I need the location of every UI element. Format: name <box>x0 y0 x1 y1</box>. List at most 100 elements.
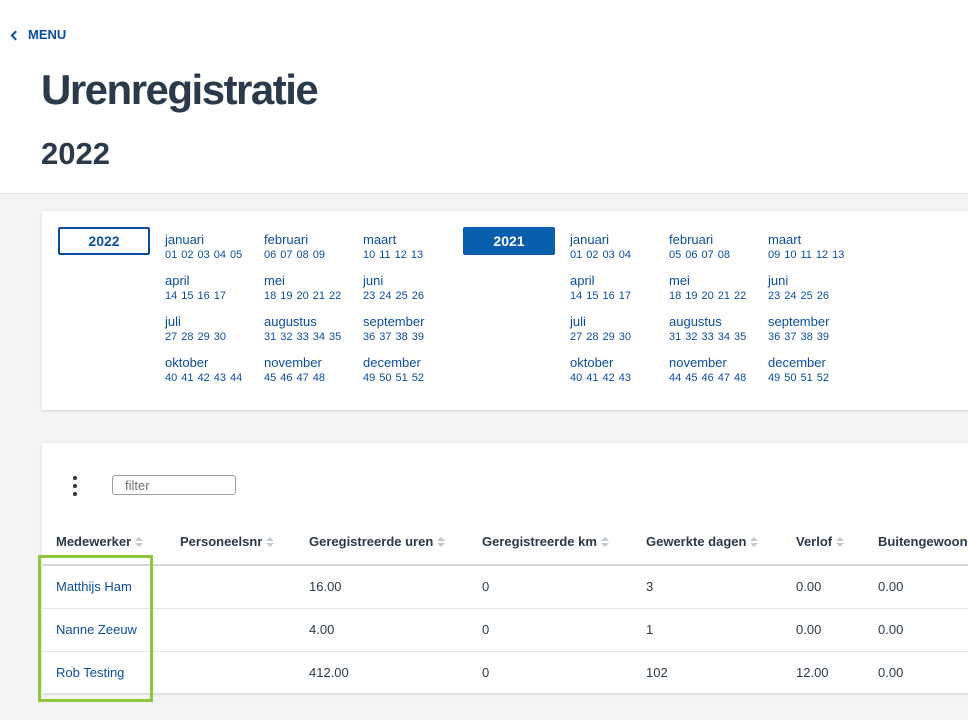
employee-link[interactable]: Matthijs Ham <box>56 579 132 594</box>
month-link-januari[interactable]: januari <box>570 232 670 247</box>
month-link-juli[interactable]: juli <box>570 314 670 329</box>
column-header-verlof[interactable]: Verlof <box>796 534 845 549</box>
week-link[interactable]: 32 <box>280 331 292 343</box>
week-link[interactable]: 44 <box>669 372 681 384</box>
week-link[interactable]: 42 <box>198 372 210 384</box>
week-link[interactable]: 20 <box>297 290 309 302</box>
week-link[interactable]: 51 <box>396 372 408 384</box>
week-link[interactable]: 04 <box>214 249 226 261</box>
week-link[interactable]: 18 <box>264 290 276 302</box>
week-link[interactable]: 36 <box>363 331 375 343</box>
sort-icon[interactable] <box>437 536 446 547</box>
column-header-geregistreerde-uren[interactable]: Geregistreerde uren <box>309 534 446 549</box>
week-link[interactable]: 41 <box>181 372 193 384</box>
week-link[interactable]: 43 <box>619 372 631 384</box>
week-link[interactable]: 31 <box>264 331 276 343</box>
week-link[interactable]: 07 <box>702 249 714 261</box>
week-link[interactable]: 40 <box>570 372 582 384</box>
week-link[interactable]: 17 <box>619 290 631 302</box>
week-link[interactable]: 20 <box>702 290 714 302</box>
week-link[interactable]: 47 <box>718 372 730 384</box>
week-link[interactable]: 51 <box>801 372 813 384</box>
month-link-maart[interactable]: maart <box>768 232 868 247</box>
week-link[interactable]: 12 <box>395 249 407 261</box>
week-link[interactable]: 52 <box>412 372 424 384</box>
month-link-oktober[interactable]: oktober <box>570 355 670 370</box>
week-link[interactable]: 34 <box>313 331 325 343</box>
month-link-december[interactable]: december <box>363 355 463 370</box>
week-link[interactable]: 02 <box>181 249 193 261</box>
menu-back-link[interactable]: MENU <box>10 27 66 42</box>
month-link-november[interactable]: november <box>264 355 364 370</box>
week-link[interactable]: 19 <box>280 290 292 302</box>
employee-link[interactable]: Nanne Zeeuw <box>56 622 137 637</box>
week-link[interactable]: 27 <box>165 331 177 343</box>
column-header-medewerker[interactable]: Medewerker <box>56 534 144 549</box>
sort-icon[interactable] <box>836 536 845 547</box>
week-link[interactable]: 30 <box>214 331 226 343</box>
month-link-februari[interactable]: februari <box>669 232 769 247</box>
month-link-januari[interactable]: januari <box>165 232 265 247</box>
week-link[interactable]: 14 <box>570 290 582 302</box>
week-link[interactable]: 10 <box>784 249 796 261</box>
week-link[interactable]: 05 <box>230 249 242 261</box>
week-link[interactable]: 01 <box>570 249 582 261</box>
week-link[interactable]: 26 <box>817 290 829 302</box>
week-link[interactable]: 03 <box>603 249 615 261</box>
sort-icon[interactable] <box>750 536 759 547</box>
week-link[interactable]: 28 <box>586 331 598 343</box>
week-link[interactable]: 41 <box>586 372 598 384</box>
sort-icon[interactable] <box>135 536 144 547</box>
column-header-personeelsnr[interactable]: Personeelsnr <box>180 534 275 549</box>
week-link[interactable]: 23 <box>363 290 375 302</box>
week-link[interactable]: 38 <box>801 331 813 343</box>
week-link[interactable]: 39 <box>817 331 829 343</box>
week-link[interactable]: 37 <box>784 331 796 343</box>
month-link-maart[interactable]: maart <box>363 232 463 247</box>
week-link[interactable]: 45 <box>264 372 276 384</box>
week-link[interactable]: 34 <box>718 331 730 343</box>
year-button-2022[interactable]: 2022 <box>58 227 150 255</box>
week-link[interactable]: 13 <box>411 249 423 261</box>
week-link[interactable]: 04 <box>619 249 631 261</box>
week-link[interactable]: 48 <box>313 372 325 384</box>
week-link[interactable]: 14 <box>165 290 177 302</box>
week-link[interactable]: 43 <box>214 372 226 384</box>
week-link[interactable]: 11 <box>801 249 812 261</box>
week-link[interactable]: 10 <box>363 249 375 261</box>
month-link-april[interactable]: april <box>165 273 265 288</box>
week-link[interactable]: 09 <box>313 249 325 261</box>
month-link-november[interactable]: november <box>669 355 769 370</box>
month-link-december[interactable]: december <box>768 355 868 370</box>
month-link-augustus[interactable]: augustus <box>264 314 364 329</box>
week-link[interactable]: 19 <box>685 290 697 302</box>
week-link[interactable]: 15 <box>181 290 193 302</box>
week-link[interactable]: 31 <box>669 331 681 343</box>
week-link[interactable]: 06 <box>264 249 276 261</box>
column-header-gewerkte-dagen[interactable]: Gewerkte dagen <box>646 534 759 549</box>
week-link[interactable]: 47 <box>297 372 309 384</box>
sort-icon[interactable] <box>266 536 275 547</box>
week-link[interactable]: 50 <box>784 372 796 384</box>
week-link[interactable]: 22 <box>734 290 746 302</box>
employee-link[interactable]: Rob Testing <box>56 665 124 680</box>
week-link[interactable]: 46 <box>280 372 292 384</box>
week-link[interactable]: 15 <box>586 290 598 302</box>
month-link-augustus[interactable]: augustus <box>669 314 769 329</box>
week-link[interactable]: 18 <box>669 290 681 302</box>
week-link[interactable]: 29 <box>603 331 615 343</box>
month-link-juli[interactable]: juli <box>165 314 265 329</box>
week-link[interactable]: 16 <box>198 290 210 302</box>
week-link[interactable]: 39 <box>412 331 424 343</box>
week-link[interactable]: 52 <box>817 372 829 384</box>
month-link-juni[interactable]: juni <box>768 273 868 288</box>
month-link-februari[interactable]: februari <box>264 232 364 247</box>
week-link[interactable]: 17 <box>214 290 226 302</box>
week-link[interactable]: 05 <box>669 249 681 261</box>
week-link[interactable]: 06 <box>685 249 697 261</box>
week-link[interactable]: 01 <box>165 249 177 261</box>
week-link[interactable]: 27 <box>570 331 582 343</box>
week-link[interactable]: 40 <box>165 372 177 384</box>
month-link-oktober[interactable]: oktober <box>165 355 265 370</box>
week-link[interactable]: 07 <box>280 249 292 261</box>
